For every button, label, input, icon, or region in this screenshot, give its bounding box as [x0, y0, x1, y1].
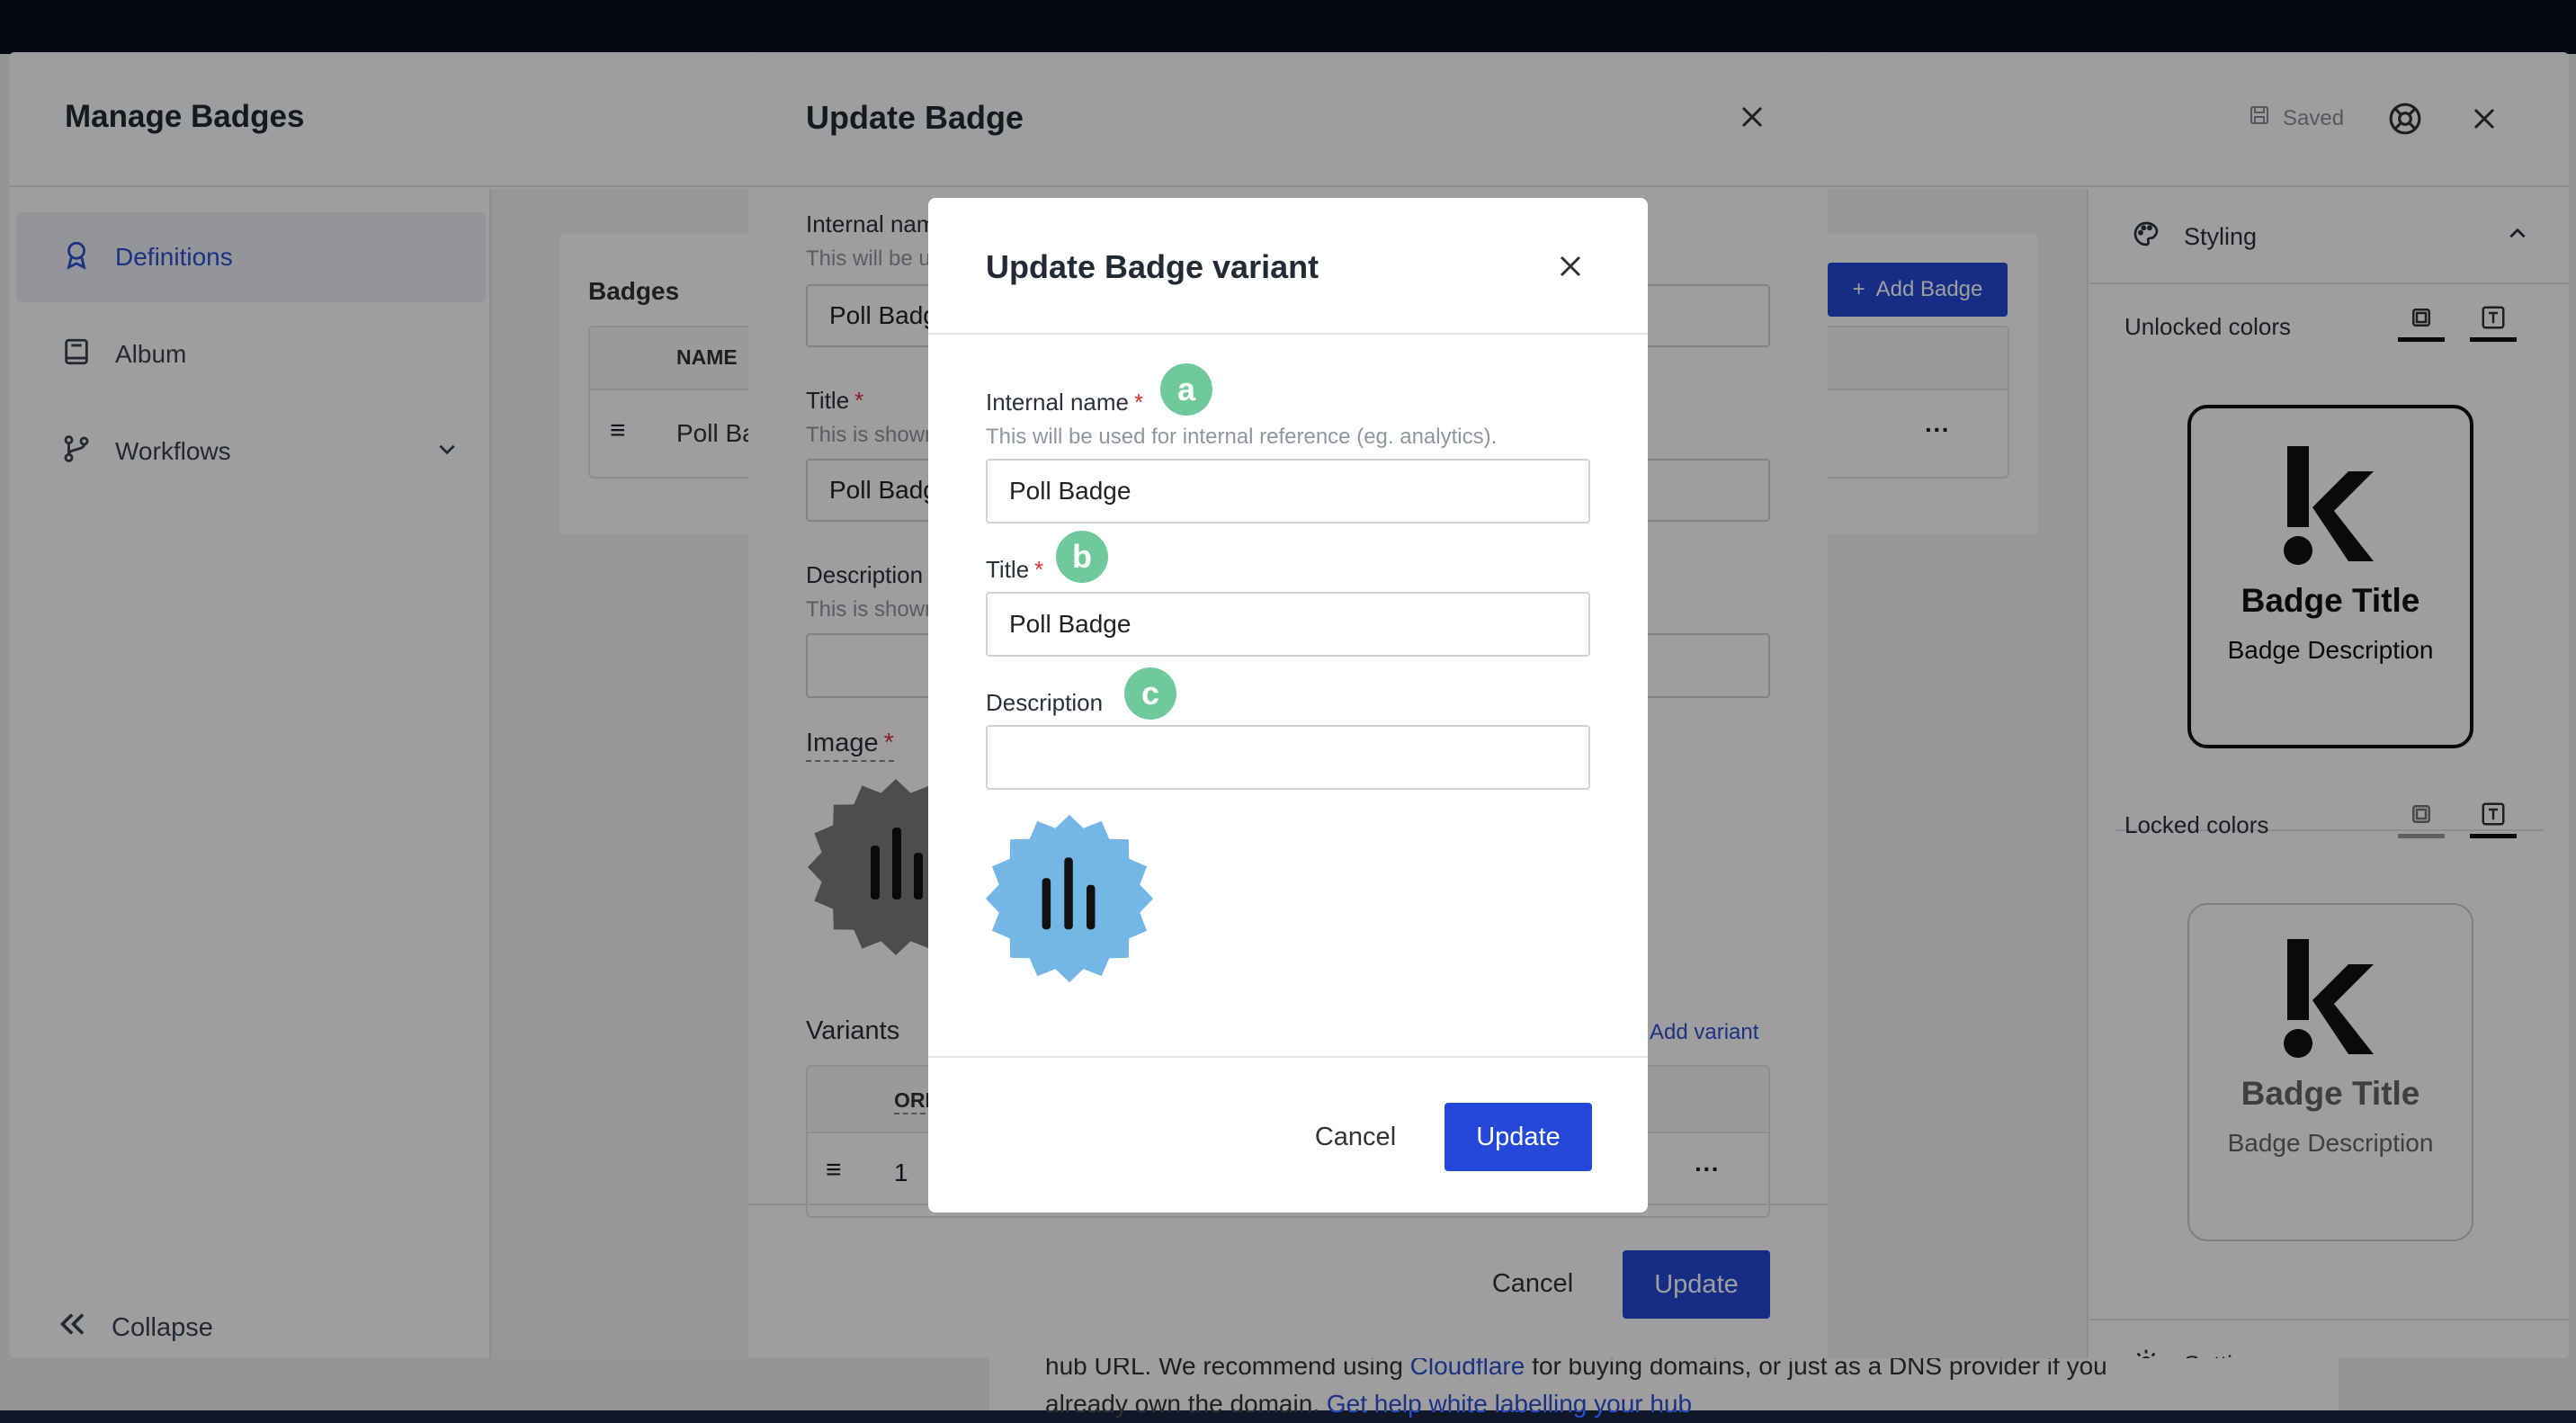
cancel-button[interactable]: Cancel	[1288, 1103, 1423, 1171]
internal-name-hint: This will be used for internal reference…	[986, 425, 1498, 449]
title-field[interactable]: Poll Badge	[986, 592, 1590, 657]
badge-image[interactable]	[984, 813, 1155, 989]
marker-a: a	[1160, 363, 1212, 416]
title-label: Title *	[986, 556, 1044, 583]
update-button[interactable]: Update	[1445, 1103, 1592, 1171]
internal-name-label: Internal name*	[986, 389, 1144, 416]
internal-name-field[interactable]: Poll Badge	[986, 459, 1590, 524]
update-variant-modal: Update Badge variant Internal name * a Th…	[928, 198, 1648, 1213]
modal-header: Update Badge variant	[928, 198, 1648, 335]
modal-title: Update Badge variant	[986, 248, 1319, 285]
modal-footer: Cancel Update	[928, 1056, 1648, 1213]
marker-b: b	[1056, 531, 1108, 583]
description-label: Description	[986, 689, 1104, 716]
marker-c: c	[1124, 667, 1176, 720]
description-field[interactable]	[986, 725, 1590, 790]
close-icon[interactable]	[1551, 246, 1590, 286]
